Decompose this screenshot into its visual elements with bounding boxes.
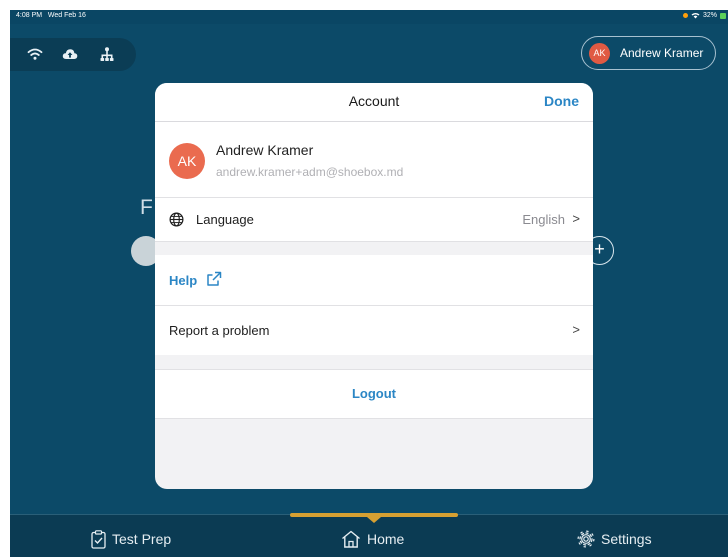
globe-icon xyxy=(169,212,184,227)
language-label: Language xyxy=(196,212,254,227)
status-time: 4:08 PM Wed Feb 16 xyxy=(16,12,86,19)
clipboard-check-icon xyxy=(91,529,106,549)
account-modal: Account Done AK Andrew Kramer andrew.kra… xyxy=(155,83,593,489)
external-link-icon xyxy=(207,271,222,286)
report-problem-row[interactable]: Report a problem > xyxy=(155,306,593,355)
tab-label: Test Prep xyxy=(112,531,172,547)
done-button[interactable]: Done xyxy=(544,93,579,109)
avatar: AK xyxy=(169,143,205,179)
status-time-text: 4:08 PM xyxy=(16,12,43,19)
profile-name: Andrew Kramer xyxy=(216,142,314,158)
logout-label: Logout xyxy=(351,386,397,401)
tab-test-prep[interactable]: Test Prep xyxy=(91,528,171,550)
modal-header: Account Done xyxy=(155,83,593,122)
battery-icon xyxy=(720,12,726,19)
tab-label: Settings xyxy=(601,531,652,547)
avatar: AK xyxy=(589,43,610,64)
recording-dot-icon xyxy=(682,13,688,18)
gear-icon xyxy=(577,530,595,548)
tab-bar: Test Prep Home Settings xyxy=(10,513,728,557)
tab-settings[interactable]: Settings xyxy=(577,528,652,550)
cloud-upload-icon xyxy=(62,49,78,59)
connection-status-pill[interactable] xyxy=(10,38,136,71)
user-account-button[interactable]: AK Andrew Kramer xyxy=(581,36,716,70)
home-icon xyxy=(342,530,360,548)
status-date-text: Wed Feb 16 xyxy=(44,12,86,19)
tab-home[interactable]: Home xyxy=(341,528,404,550)
chevron-right-icon: > xyxy=(572,322,580,337)
battery-percent: 32% xyxy=(702,12,717,19)
status-right: 32% xyxy=(682,12,726,19)
chevron-right-icon: > xyxy=(572,211,580,226)
app-screen: 4:08 PM Wed Feb 16 32% AK Andrew Kramer … xyxy=(10,10,728,557)
network-icon xyxy=(100,47,114,61)
language-value: English xyxy=(522,212,565,227)
logout-button[interactable]: Logout xyxy=(155,369,593,419)
profile-email: andrew.kramer+adm@shoebox.md xyxy=(216,165,404,179)
language-row[interactable]: Language English > xyxy=(155,198,593,242)
background-title-fragment: F xyxy=(140,196,153,219)
modal-title: Account xyxy=(348,93,400,109)
report-problem-label: Report a problem xyxy=(169,323,270,338)
tab-label: Home xyxy=(367,531,405,547)
help-label: Help xyxy=(169,273,198,288)
status-bar: 4:08 PM Wed Feb 16 32% xyxy=(10,10,728,24)
wifi-status-icon xyxy=(691,13,700,19)
user-name: Andrew Kramer xyxy=(620,46,704,60)
profile-section: AK Andrew Kramer andrew.kramer+adm@shoeb… xyxy=(155,122,593,198)
status-date-value: Wed Feb 16 xyxy=(47,12,86,19)
wifi-icon xyxy=(27,48,43,60)
help-row[interactable]: Help xyxy=(155,255,593,306)
active-tab-caret xyxy=(367,517,381,523)
